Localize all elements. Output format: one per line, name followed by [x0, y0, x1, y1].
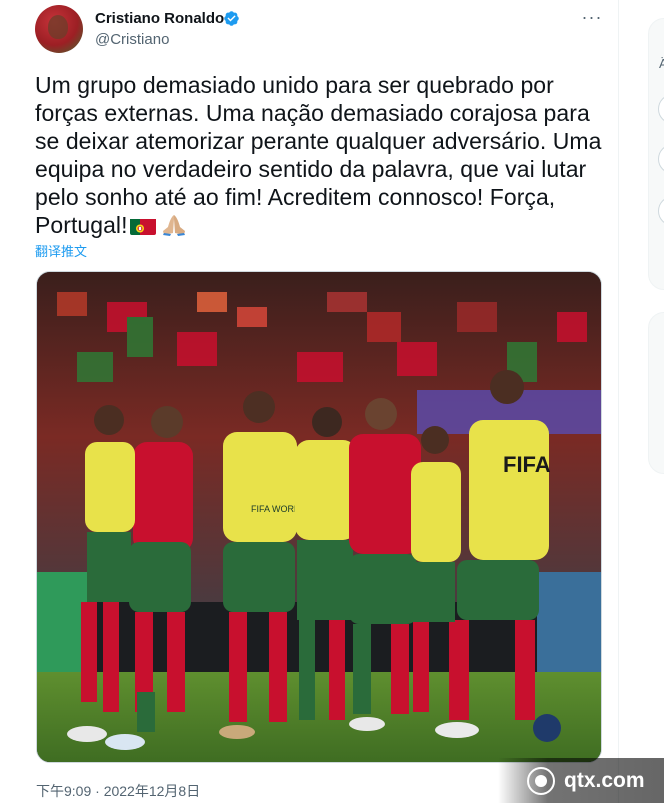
author-avatar[interactable] — [35, 5, 83, 53]
more-options-icon[interactable]: ··· — [580, 6, 604, 30]
tweet-text: Um grupo demasiado unido para ser quebra… — [35, 72, 602, 238]
portugal-flag-icon — [129, 216, 156, 235]
jersey-text: FIFA — [503, 452, 551, 477]
tweet-photo[interactable]: FIFA WORLD CUP Qatar2022 FIFA — [36, 271, 602, 763]
folded-hands-icon — [160, 213, 188, 237]
sidebar-partial-text: Ä — [659, 56, 664, 71]
watermark-logo-icon — [527, 767, 555, 795]
translate-tweet-link[interactable]: 翻译推文 — [35, 241, 87, 260]
author-name[interactable]: Cristiano Ronaldo — [95, 10, 224, 27]
team-huddle-photo: FIFA WORLD CUP Qatar2022 FIFA — [37, 272, 601, 762]
sidebar-card — [648, 312, 664, 474]
verified-badge-icon — [224, 11, 239, 26]
right-sidebar: Ä — [620, 0, 664, 803]
tweet-timestamp[interactable]: 下午9:09 · 2022年12月8日 — [36, 781, 200, 801]
watermark-text: qtx.com — [564, 769, 645, 792]
author-handle[interactable]: @Cristiano — [95, 31, 169, 48]
tweet-text-block: Um grupo demasiado unido para ser quebra… — [35, 71, 610, 239]
tweet-column: Cristiano Ronaldo @Cristiano ··· Um grup… — [0, 0, 619, 803]
